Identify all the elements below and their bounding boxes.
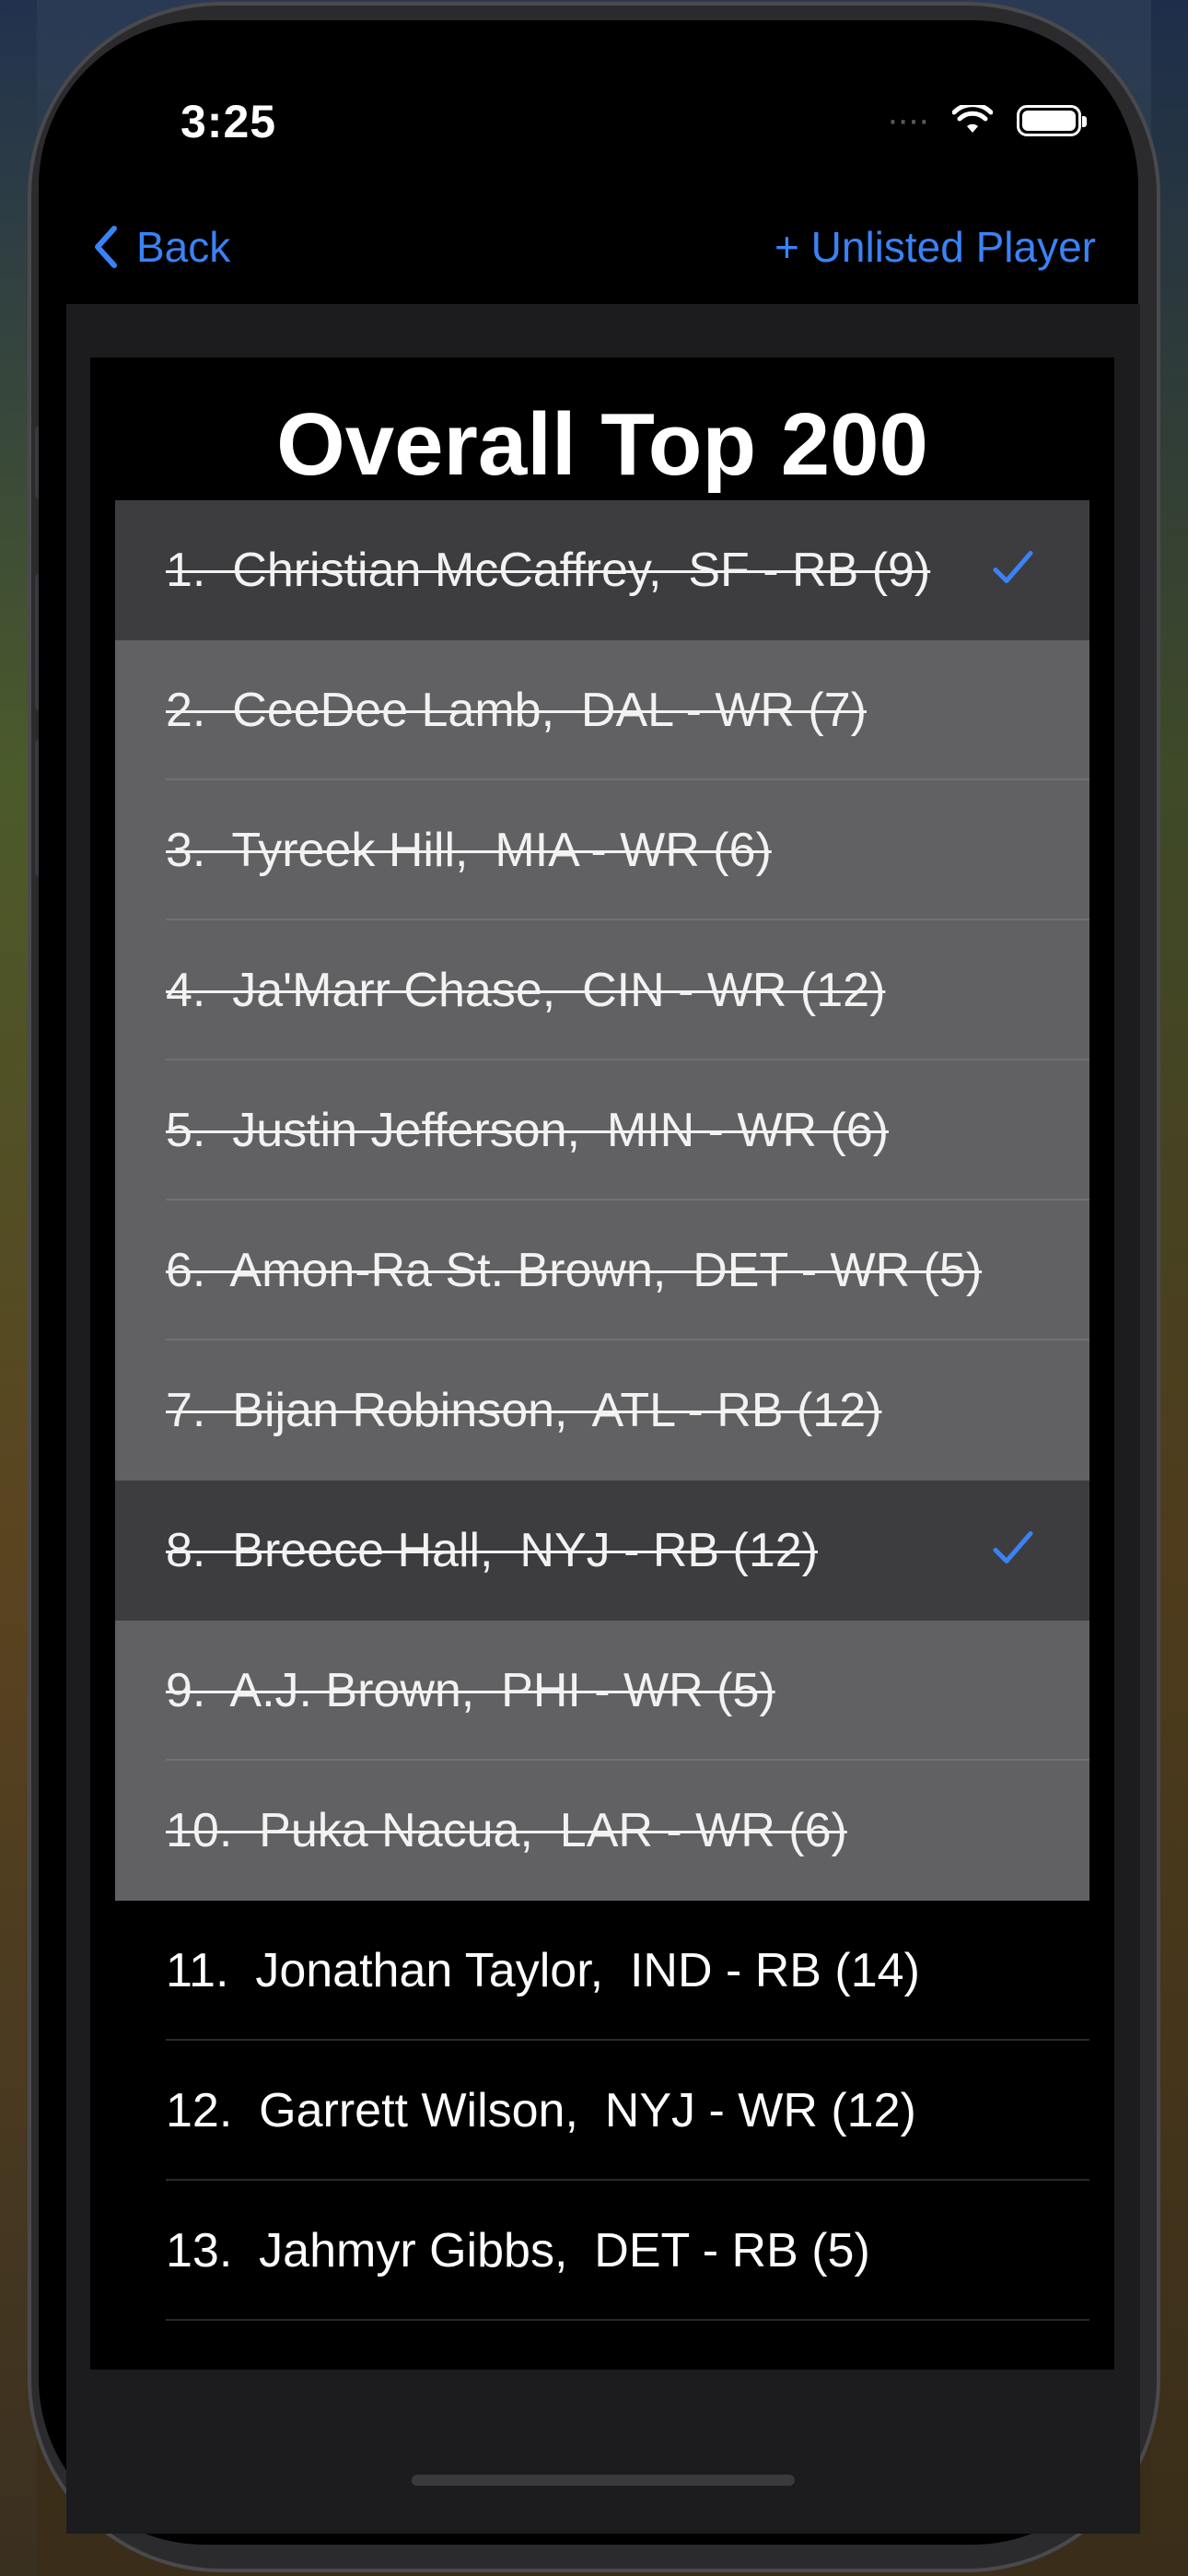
back-label: Back [136, 223, 231, 271]
home-indicator[interactable] [412, 2475, 795, 2486]
row-separator [166, 2319, 1089, 2321]
player-name: 11. Jonathan Taylor, IND - RB (14) [166, 1944, 920, 1997]
player-row[interactable]: 6. Amon-Ra St. Brown, DET - WR (5) [115, 1200, 1089, 1341]
status-time: 3:25 [181, 96, 277, 147]
wifi-icon [952, 104, 993, 133]
player-name: 12. Garrett Wilson, NYJ - WR (12) [166, 2084, 916, 2137]
player-list: 1. Christian McCaffrey, SF - RB (9) 2. Ce… [115, 500, 1089, 2321]
player-row[interactable]: 7. Bijan Robinson, ATL - RB (12) [115, 1341, 1089, 1481]
player-name: 4. Ja'Marr Chase, CIN - WR (12) [166, 964, 886, 1017]
player-row[interactable]: 13. Jahmyr Gibbs, DET - RB (5) [115, 2181, 1089, 2321]
chevron-left-icon [95, 226, 117, 268]
checkmark-icon [992, 1530, 1034, 1572]
back-button[interactable]: Back [92, 222, 230, 272]
add-unlisted-player-button[interactable]: + Unlisted Player [775, 222, 1096, 272]
player-name: 10. Puka Nacua, LAR - WR (6) [166, 1804, 847, 1857]
player-row[interactable]: 3. Tyreek Hill, MIA - WR (6) [115, 780, 1089, 920]
list-title: Overall Top 200 [276, 395, 928, 494]
player-name: 7. Bijan Robinson, ATL - RB (12) [166, 1384, 882, 1437]
player-row[interactable]: 2. CeeDee Lamb, DAL - WR (7) [115, 640, 1089, 780]
battery-icon [1017, 104, 1087, 136]
checkmark-icon [992, 550, 1034, 591]
player-row[interactable]: 10. Puka Nacua, LAR - WR (6) [115, 1761, 1089, 1901]
cellular-signal-icon: ···· [886, 100, 930, 140]
player-name: 5. Justin Jefferson, MIN - WR (6) [166, 1104, 890, 1157]
player-name: 6. Amon-Ra St. Brown, DET - WR (5) [166, 1244, 983, 1297]
player-name: 1. Christian McCaffrey, SF - RB (9) [166, 544, 931, 597]
navigation-bar: Back + Unlisted Player [92, 219, 1096, 275]
player-row[interactable]: 4. Ja'Marr Chase, CIN - WR (12) [115, 920, 1089, 1060]
player-row[interactable]: 8. Breece Hall, NYJ - RB (12) [115, 1481, 1089, 1621]
player-row[interactable]: 1. Christian McCaffrey, SF - RB (9) [115, 500, 1089, 640]
player-name: 9. A.J. Brown, PHI - WR (5) [166, 1664, 775, 1717]
player-name: 3. Tyreek Hill, MIA - WR (6) [166, 824, 772, 877]
player-name: 8. Breece Hall, NYJ - RB (12) [166, 1524, 818, 1577]
player-name: 13. Jahmyr Gibbs, DET - RB (5) [166, 2224, 870, 2277]
player-row[interactable]: 9. A.J. Brown, PHI - WR (5) [115, 1621, 1089, 1761]
player-name: 2. CeeDee Lamb, DAL - WR (7) [166, 684, 867, 737]
player-row[interactable]: 5. Justin Jefferson, MIN - WR (6) [115, 1060, 1089, 1200]
status-icons: ···· [886, 100, 1087, 141]
player-row[interactable]: 11. Jonathan Taylor, IND - RB (14) [115, 1901, 1089, 2041]
player-row[interactable]: 12. Garrett Wilson, NYJ - WR (12) [115, 2041, 1089, 2181]
